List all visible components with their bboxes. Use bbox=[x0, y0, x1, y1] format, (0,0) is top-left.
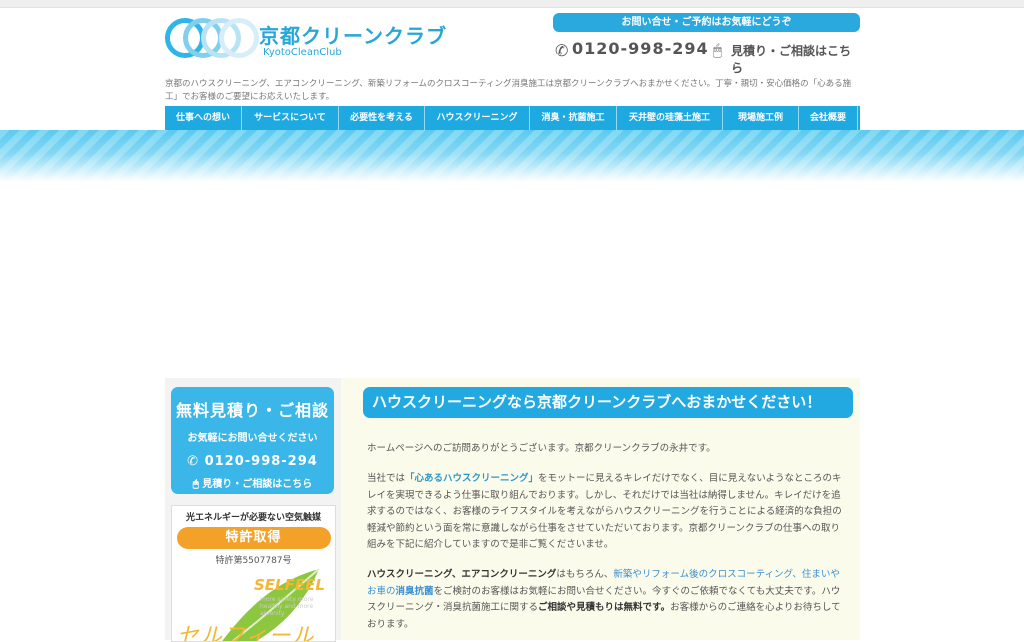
selfeel-slogan: more safety more healthy and more amenit… bbox=[260, 596, 314, 617]
mouse-icon: 🖱 bbox=[192, 479, 203, 490]
nav-item-philosophy[interactable]: 仕事への想い bbox=[165, 106, 242, 130]
phone-icon: ✆ bbox=[555, 41, 569, 60]
phone-icon: ✆ bbox=[187, 454, 205, 469]
header-estimate-link[interactable]: 見積り・ご相談はこちら bbox=[731, 42, 860, 76]
free-estimate-sub: お気軽にお問い合せください bbox=[187, 433, 318, 444]
logo-name-jp: 京都クリーンクラブ bbox=[259, 24, 447, 48]
selfeel-katakana: セルフィール bbox=[177, 624, 315, 642]
selfeel-tagline: 光エネルギーが必要ない空気触媒 bbox=[185, 513, 321, 523]
main-nav: 仕事への想い サービスについて 必要性を考える ハウスクリーニング 消臭・抗菌施… bbox=[165, 106, 860, 130]
nav-item-works[interactable]: 現場施工例 bbox=[723, 106, 799, 130]
header-phone-number[interactable]: 0120-998-294 bbox=[572, 39, 709, 58]
mouse-icon: 🖱 bbox=[713, 41, 723, 59]
sidebar-phone[interactable]: ✆ 0120-998-294 bbox=[171, 454, 334, 469]
selfeel-banner[interactable]: 光エネルギーが必要ない空気触媒 特許取得 特許第5507787号 SELFEEL… bbox=[171, 505, 336, 642]
nav-item-services[interactable]: サービスについて bbox=[242, 106, 339, 130]
patent-badge: 特許取得 bbox=[176, 527, 331, 549]
contact-pill: お問い合せ・ご予約はお気軽にどうぞ bbox=[553, 13, 860, 32]
nav-item-diatomite[interactable]: 天井壁の珪藻土施工 bbox=[617, 106, 723, 130]
nav-item-necessity[interactable]: 必要性を考える bbox=[339, 106, 425, 130]
nav-item-deodorize[interactable]: 消臭・抗菌施工 bbox=[530, 106, 617, 130]
intro-text: 京都のハウスクリーニング、エアコンクリーニング、新築リフォームのクロスコーティン… bbox=[165, 79, 852, 102]
services-paragraph: ハウスクリーニング、エアコンクリーニングはもちろん、新築やリフォーム後のクロスコ… bbox=[367, 569, 841, 630]
nav-item-house-cleaning[interactable]: ハウスクリーニング bbox=[425, 106, 530, 130]
main-heading: ハウスクリーニングなら京都クリーンクラブへおまかせください！ bbox=[363, 387, 853, 418]
motto-paragraph: 当社では「心あるハウスクリーニング」をモットーに見えるキレイだけでなく、目に見え… bbox=[367, 473, 842, 550]
free-estimate-title: 無料見積り・ご相談 bbox=[175, 401, 329, 420]
free-estimate-card[interactable]: 無料見積り・ご相談 お気軽にお問い合せください ✆ 0120-998-294 🖱… bbox=[171, 387, 334, 494]
site-logo[interactable]: 京都クリーンクラブ KyotoCleanClub bbox=[165, 16, 446, 66]
deodorize-link[interactable]: 消臭抗菌 bbox=[396, 586, 434, 597]
nav-item-company[interactable]: 会社概要 bbox=[799, 106, 858, 130]
selfeel-logo: SELFEEL bbox=[254, 576, 325, 594]
logo-ring-icon bbox=[219, 18, 259, 58]
greeting-paragraph: ホームページへのご訪問ありがとうございます。京都クリーンクラブの永井です。 bbox=[367, 443, 716, 454]
top-bar bbox=[0, 0, 1024, 8]
header-contact: お問い合せ・ご予約はお気軽にどうぞ ✆ 0120-998-294 🖱 見積り・ご… bbox=[553, 13, 860, 75]
sidebar-estimate-link[interactable]: 🖱 見積り・ご相談はこちら bbox=[171, 475, 334, 490]
logo-name-en: KyotoCleanClub bbox=[263, 47, 342, 58]
